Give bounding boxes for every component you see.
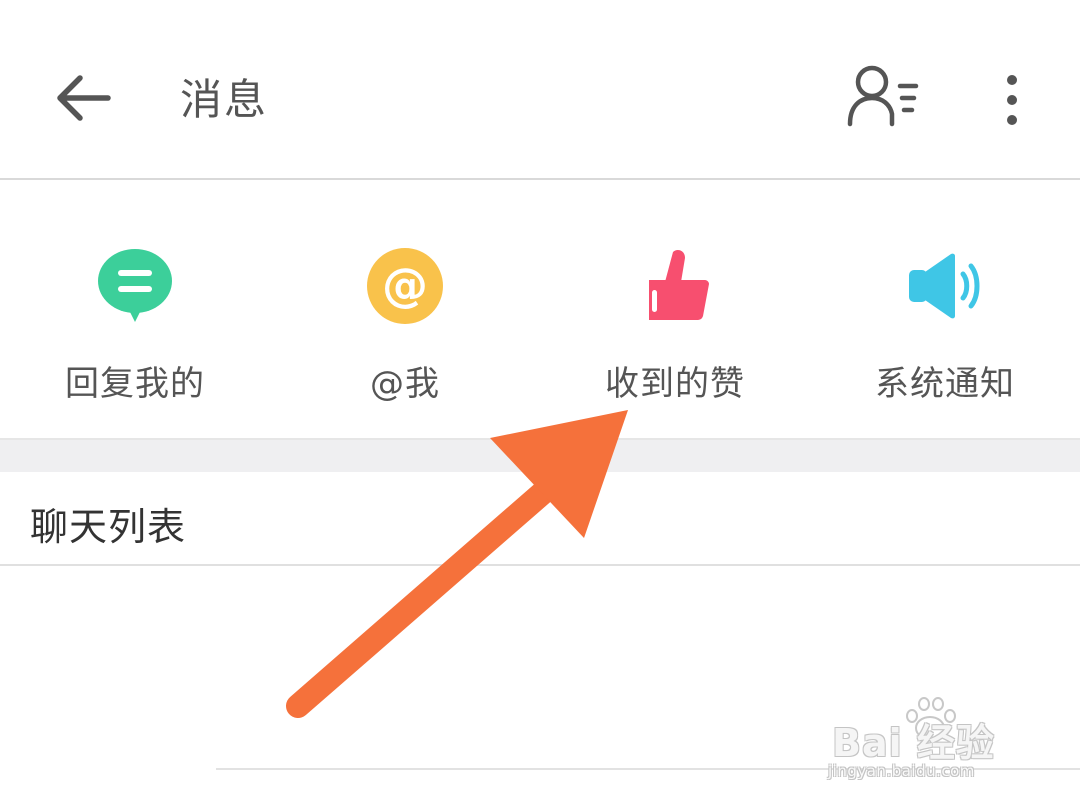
contacts-button[interactable] xyxy=(846,62,922,130)
watermark-brand: Bai 经验 xyxy=(832,721,995,765)
quick-action-label: 回复我的 xyxy=(65,364,205,404)
chat-list-title: 聊天列表 xyxy=(30,505,187,549)
quick-action-system-notices[interactable]: 系统通知 xyxy=(810,180,1080,438)
person-list-icon xyxy=(847,65,919,127)
quick-action-likes[interactable]: 收到的赞 xyxy=(540,180,810,438)
at-sign-icon: @ xyxy=(367,248,443,324)
thumbs-up-icon xyxy=(649,250,709,320)
more-options-button[interactable] xyxy=(992,72,1032,128)
page-title: 消息 xyxy=(180,75,269,124)
section-divider xyxy=(0,440,1080,472)
quick-action-label: 收到的赞 xyxy=(605,364,745,404)
top-app-bar: 消息 xyxy=(0,0,1080,180)
quick-action-label: 系统通知 xyxy=(875,364,1015,404)
watermark-url: jingyan.baidu.com xyxy=(828,762,975,780)
quick-actions-row: 回复我的 @ @我 收到的赞 系统通知 xyxy=(0,180,1080,440)
svg-text:@: @ xyxy=(382,258,428,312)
watermark: Bai 经验 jingyan.baidu.com xyxy=(822,692,1032,788)
quick-action-replies[interactable]: 回复我的 xyxy=(0,180,270,438)
chat-list-header: 聊天列表 xyxy=(0,472,1080,566)
back-button[interactable] xyxy=(52,68,116,128)
chat-bubble-icon xyxy=(98,249,172,322)
arrow-left-icon xyxy=(57,75,111,121)
speaker-icon xyxy=(909,253,980,319)
quick-action-mentions[interactable]: @ @我 xyxy=(270,180,540,438)
quick-action-label: @我 xyxy=(370,364,440,404)
more-vertical-icon xyxy=(1007,75,1017,125)
